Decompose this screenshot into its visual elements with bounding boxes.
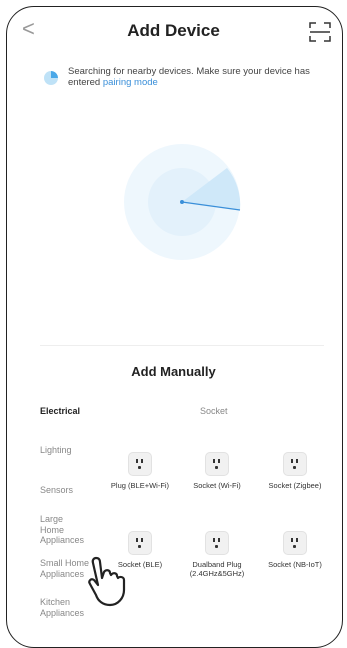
device-dualband-plug[interactable]: Dualband Plug (2.4GHz&5GHz) [184, 531, 250, 578]
category-kitchen-appliances[interactable]: Kitchen Appliances [40, 597, 85, 618]
device-label: Plug (BLE+Wi-Fi) [110, 481, 170, 490]
socket-icon [205, 531, 229, 555]
socket-icon [283, 452, 307, 476]
device-socket-nb-iot[interactable]: Socket (NB-IoT) [265, 531, 325, 569]
device-label: Dualband Plug (2.4GHz&5GHz) [189, 560, 245, 578]
category-electrical[interactable]: Electrical [40, 406, 80, 417]
device-label: Socket (NB-IoT) [268, 560, 322, 569]
divider [40, 345, 324, 346]
add-manually-title: Add Manually [131, 364, 216, 379]
category-large-home-appliances[interactable]: Large Home Appliances [40, 514, 84, 546]
section-label-socket: Socket [200, 406, 228, 416]
device-label: Socket (Zigbee) [268, 481, 322, 490]
category-sensors[interactable]: Sensors [40, 485, 73, 496]
pointing-hand-icon [88, 556, 126, 607]
socket-icon [205, 452, 229, 476]
socket-icon [283, 531, 307, 555]
device-socket-wifi[interactable]: Socket (Wi-Fi) [187, 452, 247, 490]
device-socket-zigbee[interactable]: Socket (Zigbee) [265, 452, 325, 490]
device-plug-ble-wifi[interactable]: Plug (BLE+Wi-Fi) [110, 452, 170, 490]
category-lighting[interactable]: Lighting [40, 445, 72, 456]
socket-icon [128, 531, 152, 555]
device-label: Socket (Wi-Fi) [193, 481, 241, 490]
socket-icon [128, 452, 152, 476]
